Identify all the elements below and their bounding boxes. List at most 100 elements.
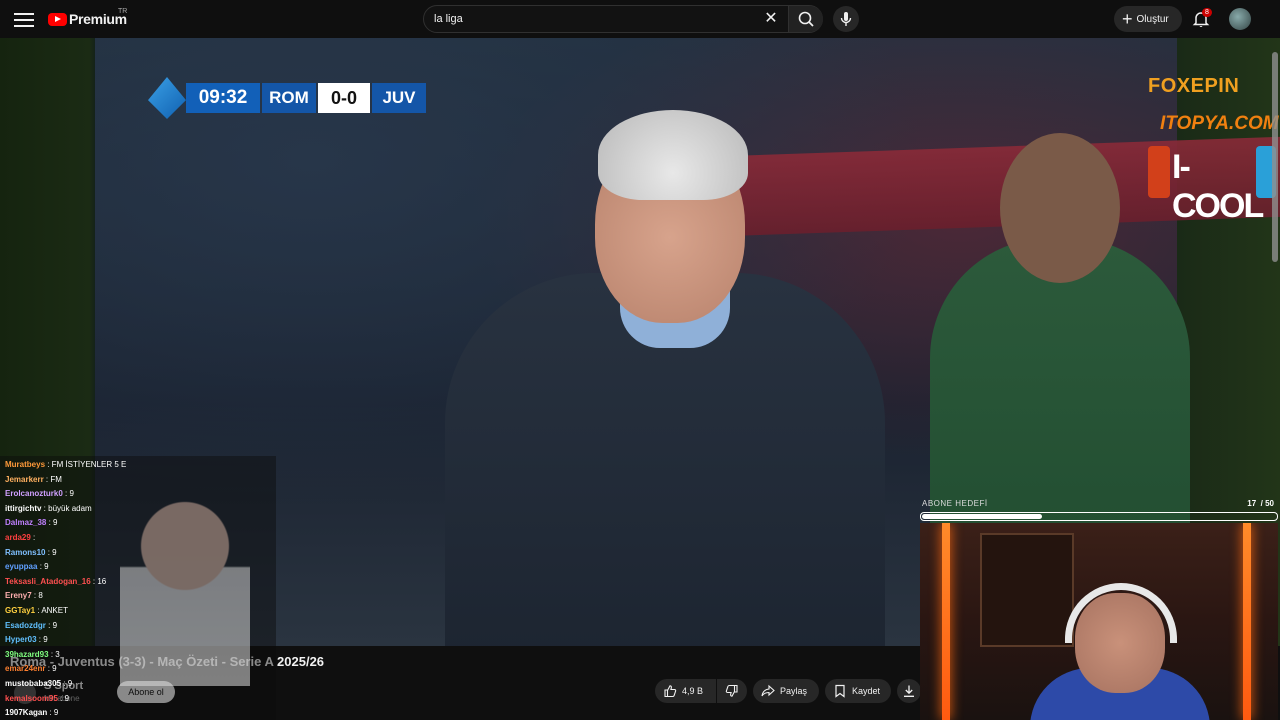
sponsor-foxepin: FOXEPIN [1148,75,1240,97]
chat-text: : 9 [46,518,58,528]
dislike-button[interactable] [717,679,747,703]
chat-username[interactable]: Esadozdgr [5,621,46,630]
chat-text: : FM İSTİYENLER 5 E [45,460,127,469]
like-count: 4,9 B [682,686,704,696]
chat-message: Erolcanozturk0 : 9 [5,488,74,499]
notification-badge: 8 [1202,8,1212,17]
save-button[interactable]: Kaydet [825,679,891,703]
chat-message: Ereny7 : 8 [5,590,43,601]
plus-icon: + [1122,9,1133,29]
sponsor-icool: I-COOL [1148,146,1276,225]
chat-message: Teksasli_Atadogan_16 : 16 [5,576,106,587]
chat-username[interactable]: Dalmaz_38 [5,518,46,527]
background-shelf [980,533,1074,647]
chat-message: Hyper03 : 9 [5,634,48,645]
home-team: ROM [262,83,316,113]
goal-progress-track [920,512,1278,521]
microphone-icon [840,12,852,26]
chat-message: kemalsoom95 : 9 [5,693,69,704]
away-team: JUV [372,83,426,113]
chat-text: : 8 [31,591,43,601]
search-box: ✕ [423,5,823,33]
chat-username[interactable]: Teksasli_Atadogan_16 [5,577,91,586]
chat-username[interactable]: Muratbeys [5,460,45,469]
share-button[interactable]: Paylaş [753,679,819,703]
chat-username[interactable]: 39hazard93 [5,650,49,659]
goal-progress-fill [922,514,1042,519]
chat-username[interactable]: eyuppaa [5,562,37,571]
chat-username[interactable]: arda29 [5,533,31,542]
chat-text: : [30,533,36,542]
chat-message: 39hazard93 : 3 [5,649,60,660]
chat-username[interactable]: kemalsoom95 [5,694,58,703]
chat-username[interactable]: Ramons10 [5,548,45,557]
goal-count: 17 / 50 [1247,499,1274,508]
search-button[interactable] [788,6,823,32]
chat-message: Jemarkerr : FM [5,474,62,485]
chat-message: emar24enr : 9 [5,663,57,674]
chat-text: : 16 [90,576,107,586]
stream-chat-overlay: Muratbeys : FM İSTİYENLER 5 E Jemarkerr :… [0,456,276,720]
share-label: Paylaş [780,686,808,696]
chat-text: : 9 [37,562,49,572]
bookmark-icon [835,684,845,698]
goal-target: / 50 [1260,499,1274,508]
neon-light [1243,523,1251,720]
chat-message: ittirgichtv : büyük adam [5,503,92,514]
chat-message: arda29 : [5,532,35,543]
share-icon [761,684,775,697]
chat-username[interactable]: Jemarkerr [5,475,44,484]
voice-search-button[interactable] [833,6,859,32]
chat-username[interactable]: 1907Kagan [5,708,47,717]
streamer-webcam [920,523,1278,720]
score: 0-0 [318,83,370,113]
chat-text: : 9 [45,620,58,630]
chat-username[interactable]: GGTay1 [5,606,35,615]
chat-text: : 9 [45,664,57,674]
top-bar: Premium TR ✕ + Oluştur 8 [0,0,1280,38]
goal-label: ABONE HEDEFİ [922,499,988,508]
sponsor-itopya: ITOPYA.COM [1160,113,1279,134]
search-input[interactable] [434,6,754,32]
page-scrollbar[interactable] [1272,52,1278,262]
chat-text: : büyük adam [41,503,92,513]
download-button[interactable] [897,679,921,703]
country-code: TR [118,8,128,15]
chat-background-person [120,486,250,686]
background-person-head [1000,133,1120,283]
energy-can-icon [1148,146,1170,198]
account-avatar[interactable] [1229,8,1251,30]
youtube-premium-logo[interactable]: Premium [48,10,127,28]
serie-a-logo-icon [148,77,186,119]
like-button[interactable]: 4,9 B [655,679,716,703]
chat-message: GGTay1 : ANKET [5,605,68,616]
search-icon [798,11,814,27]
create-label: Oluştur [1136,13,1169,25]
chat-text: : 9 [36,635,48,645]
menu-icon[interactable] [14,10,34,28]
clear-search-icon[interactable]: ✕ [762,10,780,28]
youtube-play-icon [48,12,67,26]
thumbs-down-icon [725,684,738,697]
chat-username[interactable]: Erolcanozturk0 [5,489,63,498]
chat-message: mustobaba305 : 9 [5,678,72,689]
chat-username[interactable]: emar24enr [5,664,45,673]
subscriber-goal: ABONE HEDEFİ 17 / 50 [920,497,1278,523]
chat-text: : 9 [57,693,70,703]
chat-text: : 9 [45,547,57,557]
save-label: Kaydet [852,686,881,696]
scoreboard: 09:32 ROM 0-0 JUV [148,77,428,119]
neon-light [942,523,950,720]
chat-message: 1907Kagan : 9 [5,707,58,718]
download-icon [904,685,914,697]
chat-username[interactable]: Hyper03 [5,635,37,644]
chat-text: : 3 [48,649,60,659]
chat-username[interactable]: mustobaba305 [5,679,61,688]
create-button[interactable]: + Oluştur [1114,6,1182,32]
headphones-icon [1065,583,1177,643]
chat-username[interactable]: Ereny7 [5,591,32,600]
chat-text: : FM [43,474,62,484]
chat-message: Esadozdgr : 9 [5,620,57,631]
chat-username[interactable]: ittirgichtv [5,504,41,513]
coach-hair [598,110,748,200]
